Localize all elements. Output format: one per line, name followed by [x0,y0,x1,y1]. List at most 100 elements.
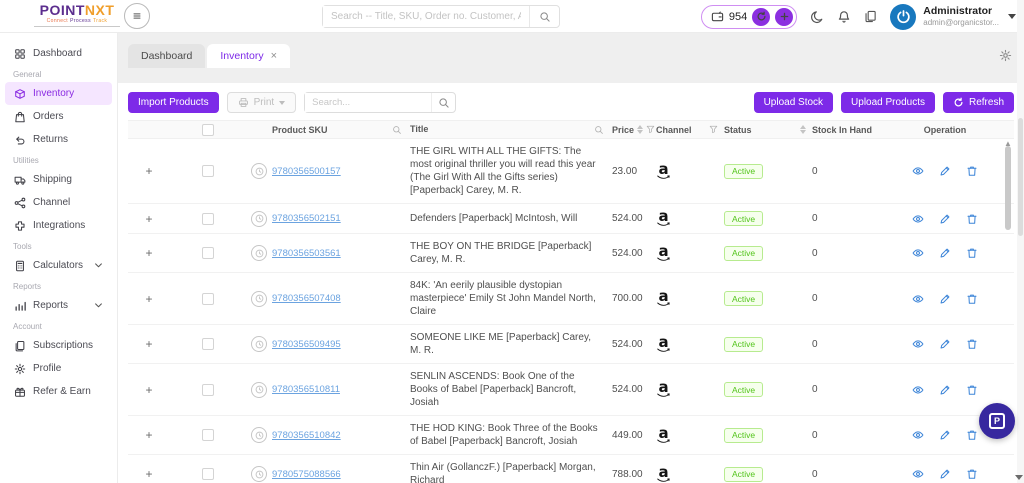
docs-button[interactable] [864,10,877,23]
view-button[interactable] [912,429,924,441]
upload-stock-button[interactable]: Upload Stock [753,92,834,113]
filter-icon[interactable] [646,125,655,134]
refresh-credits-button[interactable] [752,7,771,26]
edit-button[interactable] [939,293,951,305]
row-checkbox[interactable] [202,429,214,441]
sort-icon[interactable] [800,125,806,134]
delete-button[interactable] [966,468,978,480]
sort-icon[interactable] [637,125,644,134]
edit-button[interactable] [939,247,951,259]
sidebar-item-subscriptions[interactable]: Subscriptions [5,334,112,357]
delete-button[interactable] [966,165,978,177]
edit-button[interactable] [939,338,951,350]
expand-row-button[interactable]: + [145,429,152,441]
row-checkbox[interactable] [202,468,214,480]
view-button[interactable] [912,468,924,480]
product-sku-link[interactable]: 9780356503561 [272,248,341,259]
sidebar-item-returns[interactable]: Returns [5,128,112,151]
select-all-checkbox[interactable] [202,123,214,136]
sidebar-item-profile[interactable]: Profile [5,357,112,380]
chat-fab-button[interactable]: P [979,403,1015,439]
column-search-icon[interactable] [392,125,402,135]
product-sku-link[interactable]: 9780356502151 [272,213,341,224]
sidebar-item-reports[interactable]: Reports [5,294,112,317]
view-button[interactable] [912,247,924,259]
sidebar-item-orders[interactable]: Orders [5,105,112,128]
dark-mode-button[interactable] [810,10,824,24]
row-checkbox[interactable] [202,383,214,396]
global-search-input[interactable] [323,6,529,27]
sidebar-item-channel[interactable]: Channel [5,191,112,214]
edit-button[interactable] [939,213,951,225]
sidebar-item-dashboard[interactable]: Dashboard [5,42,112,65]
close-tab-icon[interactable]: × [271,50,277,62]
page-scrollbar-thumb[interactable] [1018,118,1023,236]
user-menu[interactable]: Administrator admin@organicstor... [890,3,1016,30]
sidebar-toggle-button[interactable] [124,3,150,29]
delete-button[interactable] [966,247,978,259]
edit-button[interactable] [939,468,951,480]
delete-button[interactable] [966,293,978,305]
product-price: 449.00 [612,429,643,441]
status-badge: Active [724,211,764,226]
brand-logo[interactable]: POINTNXT Connect Process Track [34,3,120,27]
credits-pill[interactable]: 954 [700,4,798,29]
expand-row-button[interactable]: + [145,384,152,396]
expand-row-button[interactable]: + [145,213,152,225]
settings-gear-icon[interactable] [999,49,1012,65]
status-badge: Active [724,382,764,397]
sidebar-item-inventory[interactable]: Inventory [5,82,112,105]
edit-button[interactable] [939,165,951,177]
add-credits-button[interactable] [775,7,794,26]
sidebar-item-integrations[interactable]: Integrations [5,214,112,237]
edit-button[interactable] [939,384,951,396]
expand-row-button[interactable]: + [145,165,152,177]
view-button[interactable] [912,213,924,225]
notifications-button[interactable] [837,10,851,24]
row-checkbox[interactable] [202,338,214,350]
row-checkbox[interactable] [202,292,214,305]
filter-icon[interactable] [709,125,718,134]
view-button[interactable] [912,165,924,177]
expand-row-button[interactable]: + [145,338,152,350]
tab-inventory[interactable]: Inventory × [207,44,291,68]
view-button[interactable] [912,384,924,396]
product-sku-link[interactable]: 9780575088566 [272,469,341,480]
scroll-down-icon[interactable] [1015,475,1023,480]
inventory-icon [14,88,26,100]
table-scrollbar-thumb[interactable] [1005,146,1011,230]
edit-button[interactable] [939,429,951,441]
print-button[interactable]: Print [226,92,297,113]
row-checkbox[interactable] [202,165,214,177]
table-search-input[interactable] [305,93,432,112]
row-checkbox[interactable] [202,212,214,225]
expand-row-button[interactable]: + [145,468,152,480]
row-checkbox[interactable] [202,247,214,259]
refresh-button[interactable]: Refresh [942,92,1014,113]
tab-dashboard[interactable]: Dashboard [128,44,206,68]
product-sku-link[interactable]: 9780356507408 [272,293,341,304]
view-button[interactable] [912,293,924,305]
table-search-button[interactable] [431,93,456,112]
edit-icon [939,165,951,177]
sidebar-item-refer-earn[interactable]: Refer & Earn [5,380,112,403]
sidebar-item-shipping[interactable]: Shipping [5,168,112,191]
view-button[interactable] [912,338,924,350]
sidebar-item-calculators[interactable]: Calculators [5,254,112,277]
delete-button[interactable] [966,429,978,441]
global-search-button[interactable] [529,6,559,27]
product-sku-link[interactable]: 9780356500157 [272,166,341,177]
import-products-button[interactable]: Import Products [128,92,219,113]
product-sku-link[interactable]: 9780356510811 [272,384,340,395]
delete-button[interactable] [966,384,978,396]
delete-button[interactable] [966,213,978,225]
stock-in-hand: 0 [812,338,818,350]
column-search-icon[interactable] [594,125,604,135]
page-scrollbar[interactable] [1015,0,1024,483]
expand-row-button[interactable]: + [145,293,152,305]
delete-button[interactable] [966,338,978,350]
upload-products-button[interactable]: Upload Products [841,92,935,113]
expand-row-button[interactable]: + [145,247,152,259]
product-sku-link[interactable]: 9780356509495 [272,339,341,350]
product-sku-link[interactable]: 9780356510842 [272,430,341,441]
